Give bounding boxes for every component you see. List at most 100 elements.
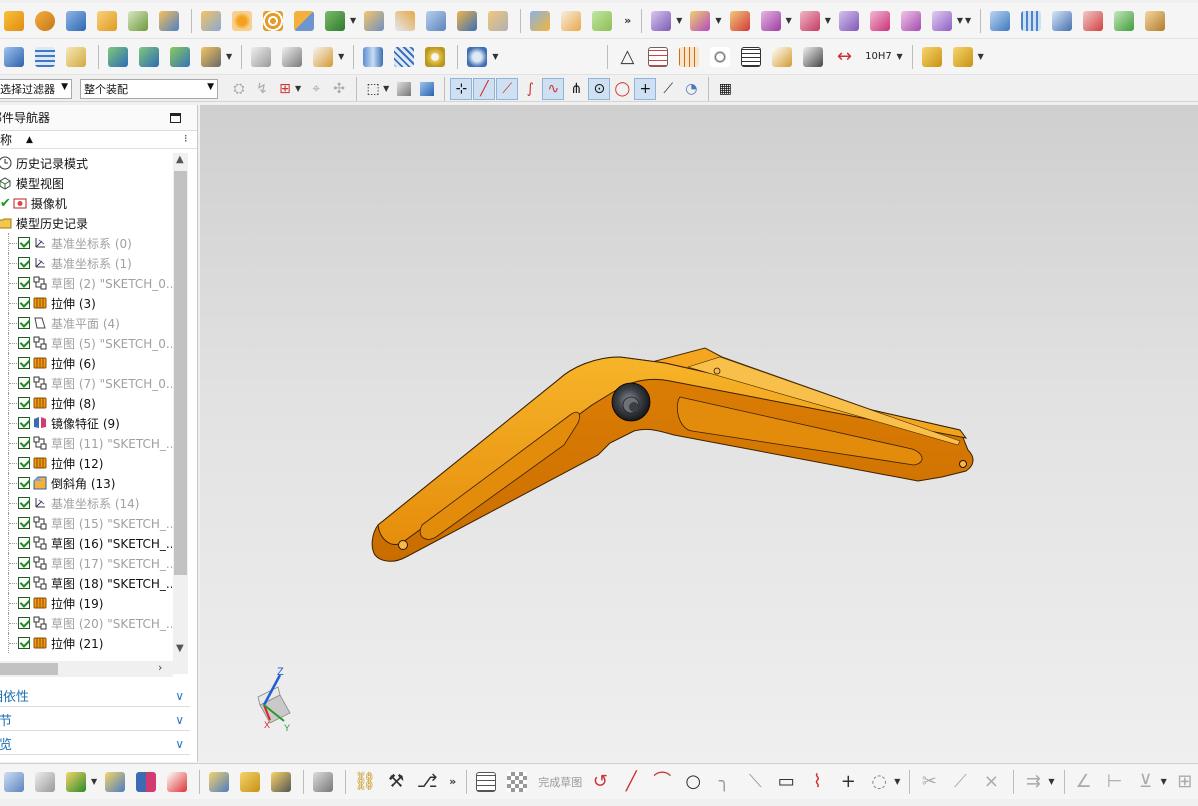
tree-feature-node[interactable]: 草图 (7) "SKETCH_0... xyxy=(0,373,172,393)
tree-feature-node[interactable]: 基准坐标系 (14) xyxy=(0,493,172,513)
dropdown-arrow-icon[interactable]: ▼ xyxy=(978,52,984,61)
trim-body-tool-button[interactable] xyxy=(360,7,388,35)
graphics-viewport[interactable]: Z X Y xyxy=(200,105,1198,762)
visibility-checkbox[interactable] xyxy=(18,497,30,509)
snap-intersection-button[interactable]: ⋔ xyxy=(565,78,587,100)
arc-button[interactable]: ⌒ xyxy=(648,768,676,796)
weight-button[interactable] xyxy=(309,768,337,796)
pad-tool-button[interactable] xyxy=(124,7,152,35)
assembly-tool-button[interactable] xyxy=(918,43,946,71)
tree-feature-node[interactable]: 拉伸 (21) xyxy=(0,633,172,653)
thicken-tool-button[interactable] xyxy=(484,7,512,35)
face-list-tool-button[interactable] xyxy=(31,43,59,71)
cylinder-tool-button[interactable] xyxy=(359,43,387,71)
dropdown-arrow-icon[interactable]: ▼ xyxy=(825,16,831,25)
dropdown-arrow-icon[interactable]: ▼ xyxy=(957,16,963,25)
visibility-checkbox[interactable] xyxy=(18,277,30,289)
offset-curve-button[interactable]: ⇉ xyxy=(1019,768,1047,796)
harness-button[interactable]: ⎇ xyxy=(413,768,441,796)
dropdown-arrow-icon[interactable]: ▼ xyxy=(492,52,498,61)
delete-face-tool-button[interactable] xyxy=(726,7,754,35)
tree-feature-node[interactable]: 草图 (17) "SKETCH_... xyxy=(0,553,172,573)
visibility-checkbox[interactable] xyxy=(18,237,30,249)
snap-mid-point-button[interactable]: ⟋ xyxy=(496,77,519,100)
chamfer-tool-button[interactable] xyxy=(557,7,585,35)
tree-vertical-scrollbar[interactable]: ▲ ▼ xyxy=(173,153,188,674)
preview-panel-header[interactable]: 预览 ∨ xyxy=(0,733,190,755)
move-face-tool-button[interactable] xyxy=(647,7,675,35)
rapid-dimension-button[interactable]: ⊢ xyxy=(1101,768,1129,796)
snap-existing-point-button[interactable]: + xyxy=(634,77,657,100)
spring-tool-button[interactable] xyxy=(390,43,418,71)
polygon-button[interactable]: ⌇ xyxy=(803,768,831,796)
visibility-checkbox[interactable] xyxy=(18,577,30,589)
column-options-icon[interactable]: ⁝ xyxy=(184,132,188,145)
weld-tool-button[interactable] xyxy=(768,43,796,71)
tree-feature-node[interactable]: 拉伸 (19) xyxy=(0,593,172,613)
promote-body-tool-button[interactable] xyxy=(166,43,194,71)
dropdown-arrow-icon[interactable]: ▼ xyxy=(91,777,97,786)
draft-tool-button[interactable] xyxy=(588,7,616,35)
tree-feature-node[interactable]: 草图 (20) "SKETCH_... xyxy=(0,613,172,633)
dropdown-arrow-icon[interactable]: ▼ xyxy=(226,52,232,61)
dropdown-arrow-icon[interactable]: ▼ xyxy=(896,52,902,61)
select-solid-button[interactable] xyxy=(416,78,438,100)
visibility-checkbox[interactable] xyxy=(18,317,30,329)
tree-feature-node[interactable]: 草图 (18) "SKETCH_... xyxy=(0,573,172,593)
tolerance-tool-button[interactable]: 10H7 xyxy=(861,43,895,71)
sketch-button[interactable] xyxy=(472,768,500,796)
dependencies-panel-header[interactable]: 相依性 ∨ xyxy=(0,685,190,707)
pattern-face-tool-button[interactable] xyxy=(897,7,925,35)
dropdown-arrow-icon[interactable]: ▼ xyxy=(1161,777,1167,786)
selection-filter-dropdown[interactable]: 选择过滤器 ▼ xyxy=(0,78,72,99)
studio-surface-tool-button[interactable] xyxy=(1048,7,1076,35)
offset-region-tool-button[interactable] xyxy=(796,7,824,35)
move-component-button[interactable] xyxy=(101,768,129,796)
add-component-tool-button[interactable] xyxy=(949,43,977,71)
hammer-tool-button[interactable] xyxy=(135,43,163,71)
show-constraints-button[interactable]: ⊻ xyxy=(1132,768,1160,796)
pocket-tool-button[interactable] xyxy=(155,7,183,35)
note-tool-button[interactable] xyxy=(737,43,765,71)
mirror-assembly-button[interactable] xyxy=(132,768,160,796)
snap-line-button[interactable]: ╱ xyxy=(473,77,496,100)
surface-finish-tool-button[interactable] xyxy=(799,43,827,71)
dropdown-arrow-icon[interactable]: ▼ xyxy=(715,16,721,25)
snap-control-point-button[interactable]: ∿ xyxy=(542,77,565,100)
line-button[interactable]: ╱ xyxy=(617,768,645,796)
tube-tool-button[interactable] xyxy=(62,43,90,71)
blend-face-tool-button[interactable] xyxy=(0,43,28,71)
rectangle-select-button[interactable]: ⬚ xyxy=(362,78,384,100)
dropdown-arrow-icon[interactable]: ▼ xyxy=(965,16,971,25)
through-curves-tool-button[interactable] xyxy=(1017,7,1045,35)
visibility-checkbox[interactable] xyxy=(18,597,30,609)
dropdown-arrow-icon[interactable]: ▼ xyxy=(295,84,301,93)
toolbar-overflow-icon[interactable]: » xyxy=(624,14,631,27)
subtract-tool-button[interactable] xyxy=(321,7,349,35)
snap-arc-center-button[interactable]: ⊙ xyxy=(588,77,611,100)
gear-tool-button[interactable] xyxy=(463,43,491,71)
revolve-tool-button[interactable] xyxy=(31,7,59,35)
measure-tool-button[interactable] xyxy=(309,43,337,71)
sweep-tool-button[interactable] xyxy=(391,7,419,35)
visibility-checkbox[interactable] xyxy=(18,357,30,369)
tree-feature-node[interactable]: 倒斜角 (13) xyxy=(0,473,172,493)
tree-feature-node[interactable]: 草图 (16) "SKETCH_... xyxy=(0,533,172,553)
tree-feature-node[interactable]: 草图 (11) "SKETCH_... xyxy=(0,433,172,453)
curve-tool-button[interactable] xyxy=(247,43,275,71)
dropdown-arrow-icon[interactable]: ▼ xyxy=(1048,777,1054,786)
component-tool-button[interactable] xyxy=(0,768,28,796)
tree-horizontal-scrollbar[interactable]: › xyxy=(0,661,173,677)
finish-sketch-label[interactable]: 完成草图 xyxy=(538,774,582,790)
extrude-tool-button[interactable] xyxy=(0,7,28,35)
sew-tool-button[interactable] xyxy=(1079,7,1107,35)
visibility-checkbox[interactable] xyxy=(18,397,30,409)
tree-feature-node[interactable]: 拉伸 (8) xyxy=(0,393,172,413)
studio-spline-button[interactable]: ◌ xyxy=(865,768,893,796)
visibility-checkbox[interactable] xyxy=(18,617,30,629)
offset-face-tool-button[interactable] xyxy=(422,7,450,35)
geometric-constraint-button[interactable]: ∠ xyxy=(1070,768,1098,796)
finish-sketch-flag-button[interactable] xyxy=(503,768,531,796)
scroll-right-icon[interactable]: › xyxy=(158,661,162,674)
fillet-button[interactable]: ╮ xyxy=(710,768,738,796)
